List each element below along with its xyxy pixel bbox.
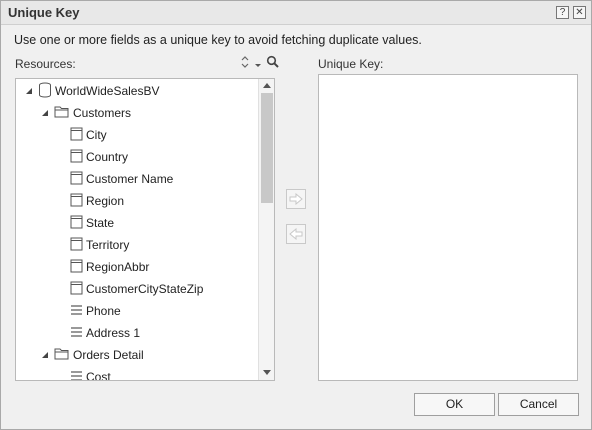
scroll-down-icon[interactable] <box>263 370 271 375</box>
field-icon <box>70 171 83 188</box>
scroll-up-icon[interactable] <box>263 83 271 88</box>
tree-node-label: State <box>86 216 115 230</box>
field-icon <box>70 215 83 232</box>
folder-icon <box>54 105 70 121</box>
tree-node-label: RegionAbbr <box>86 260 150 274</box>
cancel-button[interactable]: Cancel <box>498 393 579 416</box>
tree-node-label: Customers <box>73 106 132 120</box>
sort-dropdown-icon[interactable] <box>255 55 261 72</box>
tree-node[interactable]: Country <box>70 147 128 167</box>
tree-node[interactable]: Territory <box>70 235 129 255</box>
tree-node[interactable]: Address 1 <box>70 323 140 343</box>
tree-node[interactable]: RegionAbbr <box>70 257 149 277</box>
tree-node[interactable]: Customers <box>40 103 131 123</box>
close-button[interactable]: ✕ <box>573 6 586 19</box>
sort-icon[interactable] <box>237 55 253 72</box>
tree-node[interactable]: Region <box>70 191 124 211</box>
tree-node-label: Address 1 <box>86 326 141 340</box>
field-icon <box>70 281 83 298</box>
field-icon <box>70 259 83 276</box>
scroll-thumb[interactable] <box>261 93 273 203</box>
tree-node-label: Orders Detail <box>73 348 144 362</box>
tree-node[interactable]: Orders Detail <box>40 345 144 365</box>
expand-toggle-icon[interactable] <box>24 86 34 96</box>
field-icon <box>70 193 83 210</box>
dialog-description: Use one or more fields as a unique key t… <box>14 33 422 47</box>
tree-node-label: City <box>86 128 107 142</box>
tree-node-label: WorldWideSalesBV <box>55 84 160 98</box>
expand-toggle-icon[interactable] <box>40 350 50 360</box>
field-icon <box>70 237 83 254</box>
remove-from-key-button[interactable] <box>286 224 306 244</box>
field-icon <box>70 149 83 166</box>
expand-toggle-icon[interactable] <box>40 108 50 118</box>
add-to-key-button[interactable] <box>286 189 306 209</box>
database-icon <box>38 82 52 101</box>
tree-node[interactable]: Cost <box>70 367 111 381</box>
detail-field-icon <box>70 325 83 342</box>
tree-node-label: Country <box>86 150 129 164</box>
tree-node[interactable]: Phone <box>70 301 121 321</box>
tree-scrollbar[interactable] <box>258 79 274 380</box>
dialog-titlebar: Unique Key ? ✕ <box>1 1 591 25</box>
resources-label: Resources: <box>15 57 76 71</box>
tree-node[interactable]: City <box>70 125 107 145</box>
field-icon <box>70 127 83 144</box>
detail-field-icon <box>70 369 83 380</box>
tree-node-label: Phone <box>86 304 121 318</box>
tree-node-label: Territory <box>86 238 130 252</box>
resources-toolbar <box>237 55 280 72</box>
tree-node[interactable]: Customer Name <box>70 169 173 189</box>
ok-button[interactable]: OK <box>414 393 495 416</box>
resources-tree[interactable]: WorldWideSalesBV Customers City Country Cust… <box>15 78 275 381</box>
detail-field-icon <box>70 303 83 320</box>
search-icon[interactable] <box>266 55 280 72</box>
folder-icon <box>54 347 70 363</box>
tree-node[interactable]: CustomerCityStateZip <box>70 279 203 299</box>
tree-node[interactable]: State <box>70 213 114 233</box>
arrow-left-icon <box>289 228 303 240</box>
tree-node-label: CustomerCityStateZip <box>86 282 204 296</box>
help-button[interactable]: ? <box>556 6 569 19</box>
tree-node-label: Region <box>86 194 125 208</box>
tree-node-label: Cost <box>86 370 111 381</box>
tree-node-label: Customer Name <box>86 172 174 186</box>
unique-key-label: Unique Key: <box>318 57 384 71</box>
dialog-title: Unique Key <box>8 5 80 20</box>
unique-key-list[interactable] <box>318 74 578 381</box>
arrow-right-icon <box>289 193 303 205</box>
tree-node[interactable]: WorldWideSalesBV <box>24 81 159 101</box>
unique-key-dialog: Unique Key ? ✕ Use one or more fields as… <box>0 0 592 430</box>
